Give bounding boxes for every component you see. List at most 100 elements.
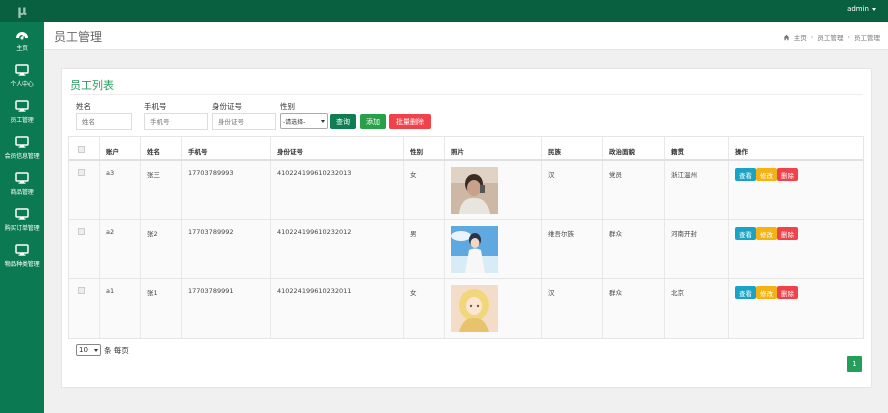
idcard-cell: 410224199610232012 <box>270 220 403 278</box>
chevron-down-icon <box>321 119 325 123</box>
name-label: 姓名 <box>76 102 91 111</box>
column-header: 政治面貌 <box>602 137 664 159</box>
sidebar-item-label: 购买订单管理 <box>4 225 40 232</box>
page-button-current[interactable]: 1 <box>847 356 862 372</box>
hometown-cell: 浙江温州 <box>664 161 728 219</box>
delete-button[interactable]: 删除 <box>777 227 798 240</box>
actions-cell: 查看 修改 删除 <box>728 161 864 219</box>
sidebar-item-profile[interactable]: 个人中心 <box>0 58 44 94</box>
gender-label: 性别 <box>280 102 295 111</box>
page-size-select[interactable]: 10 <box>76 344 101 356</box>
chevron-down-icon <box>94 348 98 352</box>
filter-bar: 姓名 手机号 身份证号 性别 -请选择- 查询 添加 批量删除 <box>68 101 868 131</box>
add-button[interactable]: 添加 <box>360 114 386 129</box>
breadcrumb-section[interactable]: 员工管理 <box>817 32 843 42</box>
page-size-label: 条 每页 <box>104 345 129 355</box>
phone-input[interactable] <box>144 113 208 130</box>
gender-select[interactable]: -请选择- <box>280 113 328 129</box>
chevron-right-icon: › <box>847 33 850 41</box>
select-all-checkbox[interactable] <box>78 146 85 153</box>
view-button[interactable]: 查看 <box>735 168 756 181</box>
name-cell: 张2 <box>140 220 181 278</box>
monitor-icon <box>15 100 29 112</box>
row-checkbox[interactable] <box>78 287 85 294</box>
sidebar-item-home[interactable]: 主页 <box>0 22 44 58</box>
employee-photo[interactable] <box>451 285 498 332</box>
user-menu[interactable]: admin <box>847 5 876 13</box>
header-select-cell <box>69 137 99 159</box>
account-cell: a3 <box>99 161 140 219</box>
political-cell: 群众 <box>602 220 664 278</box>
employee-table: 账户 姓名 手机号 身份证号 性别 照片 民族 政治面貌 籍贯 操作 a3 张三… <box>68 136 864 339</box>
search-button[interactable]: 查询 <box>330 114 356 129</box>
edit-button[interactable]: 修改 <box>756 168 777 181</box>
employee-list-card: 员工列表 姓名 手机号 身份证号 性别 -请选择- 查询 添加 批量删除 <box>61 68 872 388</box>
sidebar-item-label: 会员信息管理 <box>4 153 40 160</box>
home-icon <box>783 34 790 40</box>
sidebar-item-products[interactable]: 商品管理 <box>0 166 44 202</box>
monitor-icon <box>15 136 29 148</box>
gender-cell: 女 <box>403 279 444 338</box>
phone-filter: 手机号 <box>144 101 208 130</box>
ethnicity-cell: 汉 <box>541 279 602 338</box>
monitor-icon <box>15 64 29 76</box>
view-button[interactable]: 查看 <box>735 227 756 240</box>
table-row: a2 张2 17703789992 410224199610232012 男 维… <box>69 220 863 279</box>
monitor-icon <box>15 244 29 256</box>
select-cell <box>69 279 99 338</box>
view-button[interactable]: 查看 <box>735 286 756 299</box>
sidebar-item-categories[interactable]: 物品种类管理 <box>0 238 44 274</box>
sidebar-item-orders[interactable]: 购买订单管理 <box>0 202 44 238</box>
column-header: 操作 <box>728 137 864 159</box>
phone-cell: 17703789991 <box>181 279 270 338</box>
batch-delete-button[interactable]: 批量删除 <box>389 114 431 129</box>
idcard-label: 身份证号 <box>212 102 242 111</box>
gender-cell: 女 <box>403 161 444 219</box>
idcard-filter: 身份证号 <box>212 101 276 130</box>
column-header: 性别 <box>403 137 444 159</box>
page-header: 员工管理 主页 › 员工管理 › 员工管理 <box>44 22 888 50</box>
actions-cell: 查看 修改 删除 <box>728 220 864 278</box>
table-row: a3 张三 17703789993 410224199610232013 女 汉… <box>69 161 863 220</box>
idcard-cell: 410224199610232013 <box>270 161 403 219</box>
delete-button[interactable]: 删除 <box>777 168 798 181</box>
ethnicity-cell: 汉 <box>541 161 602 219</box>
photo-cell <box>444 161 541 219</box>
row-checkbox[interactable] <box>78 228 85 235</box>
select-cell <box>69 220 99 278</box>
idcard-cell: 410224199610232011 <box>270 279 403 338</box>
sidebar-item-members[interactable]: 会员信息管理 <box>0 130 44 166</box>
breadcrumb-current: 员工管理 <box>854 34 880 42</box>
sidebar-item-employees[interactable]: 员工管理 <box>0 94 44 130</box>
sidebar-item-label: 物品种类管理 <box>4 261 40 268</box>
phone-cell: 17703789992 <box>181 220 270 278</box>
card-title: 员工列表 <box>70 79 114 92</box>
column-header: 姓名 <box>140 137 181 159</box>
row-checkbox[interactable] <box>78 169 85 176</box>
political-cell: 群众 <box>602 279 664 338</box>
photo-cell <box>444 220 541 278</box>
delete-button[interactable]: 删除 <box>777 286 798 299</box>
name-input[interactable] <box>76 113 132 130</box>
sidebar-item-label: 主页 <box>16 45 28 52</box>
page-size-control: 10 条 每页 <box>76 344 129 356</box>
top-bar: μ admin <box>0 0 888 22</box>
edit-button[interactable]: 修改 <box>756 227 777 240</box>
breadcrumb: 主页 › 员工管理 › 员工管理 <box>783 32 880 42</box>
sidebar-item-label: 商品管理 <box>10 189 34 196</box>
column-header: 籍贯 <box>664 137 728 159</box>
monitor-icon <box>15 208 29 220</box>
employee-photo[interactable] <box>451 167 498 214</box>
employee-photo[interactable] <box>451 226 498 273</box>
political-cell: 党员 <box>602 161 664 219</box>
page-title: 员工管理 <box>54 30 103 44</box>
idcard-input[interactable] <box>212 113 276 130</box>
sidebar-item-label: 员工管理 <box>10 117 34 124</box>
sidebar: 主页 个人中心 员工管理 会员信息管理 商品管理 购买订单管理 物品种类管理 <box>0 22 44 413</box>
gender-filter: 性别 -请选择- <box>280 101 328 129</box>
breadcrumb-home[interactable]: 主页 <box>794 32 807 42</box>
account-cell: a1 <box>99 279 140 338</box>
column-header: 照片 <box>444 137 541 159</box>
edit-button[interactable]: 修改 <box>756 286 777 299</box>
divider <box>70 94 863 95</box>
